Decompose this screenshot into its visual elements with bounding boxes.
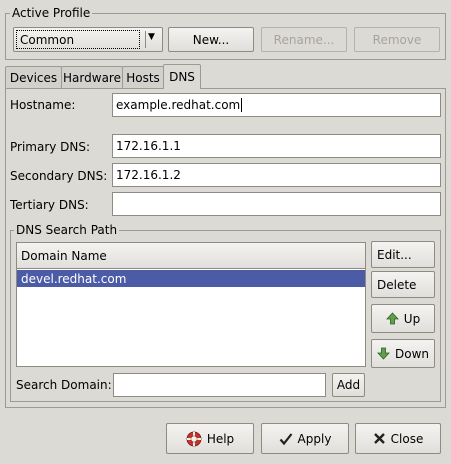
lifebuoy-icon <box>186 431 202 447</box>
help-label: Help <box>206 431 235 446</box>
remove-profile-label: Remove <box>372 32 422 47</box>
profile-combo-separator <box>145 31 146 48</box>
tab-dns-label: DNS <box>169 70 195 84</box>
arrow-up-icon <box>385 312 399 325</box>
rename-profile-label: Rename... <box>273 32 335 47</box>
delete-domain-label: Delete <box>377 277 417 292</box>
text-cursor <box>241 98 243 112</box>
move-down-label: Down <box>394 346 429 361</box>
search-domain-field[interactable] <box>113 373 326 397</box>
tab-hosts-label: Hosts <box>126 70 160 85</box>
edit-domain-label: Edit... <box>377 247 412 262</box>
move-down-button[interactable]: Down <box>371 339 435 368</box>
add-domain-button[interactable]: Add <box>332 373 365 397</box>
chevron-down-icon: ▼ <box>148 32 155 42</box>
secondary-dns-label: Secondary DNS: <box>10 169 108 183</box>
remove-profile-button[interactable]: Remove <box>354 27 440 52</box>
tab-hosts[interactable]: Hosts <box>122 66 164 88</box>
primary-dns-label: Primary DNS: <box>10 140 91 154</box>
help-button[interactable]: Help <box>166 423 254 454</box>
apply-button[interactable]: Apply <box>261 423 349 454</box>
tab-devices[interactable]: Devices <box>5 66 62 88</box>
checkmark-icon <box>279 432 293 446</box>
search-domain-label: Search Domain: <box>16 378 112 392</box>
tertiary-dns-field[interactable] <box>112 192 441 216</box>
delete-domain-button[interactable]: Delete <box>371 271 435 298</box>
close-button[interactable]: Close <box>355 423 441 454</box>
tertiary-dns-label: Tertiary DNS: <box>10 198 89 212</box>
edit-domain-button[interactable]: Edit... <box>371 241 435 268</box>
new-profile-label: New... <box>192 32 230 47</box>
list-item-label: devel.redhat.com <box>21 271 127 286</box>
move-up-button[interactable]: Up <box>371 304 435 333</box>
domain-list-header[interactable]: Domain Name <box>17 243 365 269</box>
close-label: Close <box>390 431 424 446</box>
arrow-down-icon <box>377 347 390 360</box>
apply-label: Apply <box>297 431 332 446</box>
dns-search-path-label: DNS Search Path <box>14 223 120 237</box>
hostname-label: Hostname: <box>10 98 76 112</box>
domain-list[interactable]: Domain Name devel.redhat.com <box>16 242 366 367</box>
tab-devices-label: Devices <box>9 70 58 85</box>
tab-hardware[interactable]: Hardware <box>61 66 123 88</box>
add-domain-label: Add <box>336 378 361 392</box>
hostname-value: example.redhat.com <box>116 98 241 112</box>
domain-name-column-header: Domain Name <box>21 248 107 263</box>
tab-dns[interactable]: DNS <box>163 64 201 89</box>
rename-profile-button[interactable]: Rename... <box>261 27 347 52</box>
profile-combo-value: Common <box>20 33 75 47</box>
primary-dns-field[interactable]: 172.16.1.1 <box>112 134 441 158</box>
secondary-dns-value: 172.16.1.2 <box>116 168 181 182</box>
active-profile-label: Active Profile <box>10 6 93 20</box>
new-profile-button[interactable]: New... <box>168 27 254 52</box>
close-icon <box>373 432 386 445</box>
secondary-dns-field[interactable]: 172.16.1.2 <box>112 163 441 187</box>
primary-dns-value: 172.16.1.1 <box>116 139 181 153</box>
hostname-field[interactable]: example.redhat.com <box>112 93 441 117</box>
list-item[interactable]: devel.redhat.com <box>17 270 365 287</box>
move-up-label: Up <box>403 311 421 326</box>
tab-hardware-label: Hardware <box>63 70 121 85</box>
profile-combo[interactable]: Common ▼ <box>13 27 163 52</box>
